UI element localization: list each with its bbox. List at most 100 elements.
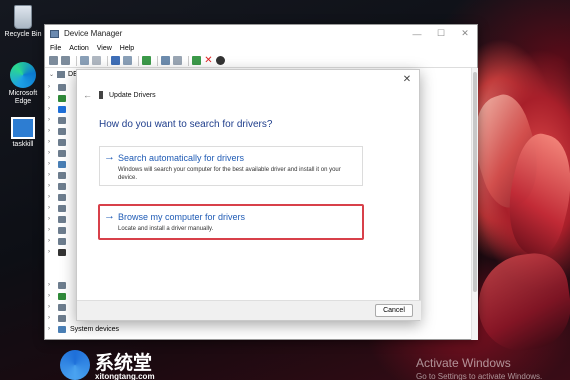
tree-item[interactable]: › <box>48 170 66 180</box>
back-icon[interactable] <box>49 56 58 65</box>
tree-item[interactable]: › <box>48 280 66 290</box>
tree-item[interactable]: › <box>48 104 66 114</box>
option-title: Browse my computer for drivers <box>118 212 246 222</box>
monitor-icon[interactable] <box>173 56 182 65</box>
tree-scrollbar[interactable] <box>471 68 478 340</box>
desktop-icon-label: Recycle Bin <box>4 31 42 38</box>
cancel-button[interactable]: Cancel <box>375 304 413 317</box>
tree-item[interactable]: › <box>48 247 66 257</box>
tree-item[interactable]: › <box>48 137 66 147</box>
properties-icon[interactable] <box>80 56 89 65</box>
chevron-right-icon: › <box>48 293 50 299</box>
scrollbar-thumb[interactable] <box>473 72 477 292</box>
tree-item[interactable]: › <box>48 291 66 301</box>
chevron-right-icon: › <box>48 194 50 200</box>
update-driver-icon[interactable] <box>142 56 151 65</box>
device-manager-icon <box>50 29 59 38</box>
uninstall-icon[interactable]: ✕ <box>204 56 213 66</box>
scan-hardware-icon[interactable] <box>161 56 170 65</box>
menu-file[interactable]: File <box>50 45 61 52</box>
device-icon <box>58 149 66 157</box>
device-icon <box>58 171 66 179</box>
chevron-right-icon: › <box>48 304 50 310</box>
tree-item[interactable]: › <box>48 192 66 202</box>
option-description: Windows will search your computer for th… <box>118 167 341 181</box>
forward-icon[interactable] <box>61 56 70 65</box>
computer-icon <box>57 71 66 78</box>
tree-item[interactable]: › <box>48 93 66 103</box>
network-icon <box>58 248 66 256</box>
tree-root[interactable]: ⌄ DE <box>49 71 78 78</box>
tree-item[interactable]: › <box>48 82 66 92</box>
tree-item[interactable]: › <box>48 203 66 213</box>
minimize-button[interactable]: — <box>405 25 429 42</box>
tree-item[interactable]: › <box>48 225 66 235</box>
back-arrow-icon[interactable]: ← <box>83 90 93 100</box>
tree-item[interactable]: › <box>48 115 66 125</box>
toolbar-separator <box>76 55 77 66</box>
view-icon[interactable] <box>92 56 101 65</box>
recycle-bin-icon <box>14 5 32 29</box>
device-icon <box>58 193 66 201</box>
dialog-footer: Cancel <box>77 300 421 320</box>
desktop-icon-taskkill[interactable]: taskkill <box>1 117 45 149</box>
desktop-icon-edge[interactable]: Microsoft Edge <box>1 62 45 106</box>
chevron-right-icon: › <box>48 84 50 90</box>
device-icon <box>99 91 103 99</box>
toolbar-separator <box>107 55 108 66</box>
menu-help[interactable]: Help <box>120 45 134 52</box>
desktop-icon-recycle-bin[interactable]: Recycle Bin <box>1 5 45 39</box>
wallpaper-petal <box>471 249 570 356</box>
taskkill-icon <box>11 117 35 139</box>
device-icon <box>58 204 66 212</box>
dialog-header: ← Update Drivers <box>83 90 156 100</box>
help-icon[interactable] <box>111 56 120 65</box>
device-icon <box>58 303 66 311</box>
device-icon <box>58 281 66 289</box>
chevron-right-icon: › <box>48 216 50 222</box>
toolbar-separator <box>138 55 139 66</box>
chevron-right-icon: › <box>48 227 50 233</box>
tree-item[interactable]: › <box>48 313 66 323</box>
tree-item[interactable]: › <box>48 302 66 312</box>
tree-item[interactable]: › <box>48 159 66 169</box>
list-icon[interactable] <box>123 56 132 65</box>
activate-title: Activate Windows <box>416 356 511 370</box>
menu-action[interactable]: Action <box>69 45 88 52</box>
device-icon <box>58 314 66 322</box>
chevron-right-icon: › <box>48 205 50 211</box>
tree-item[interactable]: › <box>48 236 66 246</box>
add-driver-icon[interactable] <box>192 56 201 65</box>
toolbar-separator <box>188 55 189 66</box>
tree-item-system-devices[interactable]: › System devices <box>48 324 119 334</box>
chevron-right-icon: › <box>48 161 50 167</box>
window-title: Device Manager <box>64 29 123 38</box>
title-bar: Device Manager — ☐ ✕ <box>45 25 477 42</box>
activate-windows-notice: Activate Windows Go to Settings to activ… <box>416 357 542 380</box>
device-icon <box>58 138 66 146</box>
chevron-right-icon: › <box>48 139 50 145</box>
close-button[interactable]: ✕ <box>453 25 477 42</box>
device-icon <box>58 226 66 234</box>
chevron-down-icon: ⌄ <box>49 72 55 78</box>
device-icon <box>58 292 66 300</box>
chevron-right-icon: › <box>48 183 50 189</box>
device-icon <box>58 215 66 223</box>
download-icon[interactable] <box>216 56 225 65</box>
search-automatically-option[interactable]: → Search automatically for drivers Windo… <box>99 146 363 186</box>
tree-item[interactable]: › <box>48 126 66 136</box>
chevron-right-icon: › <box>48 172 50 178</box>
chevron-right-icon: › <box>48 238 50 244</box>
tree-item[interactable]: › <box>48 181 66 191</box>
tree-item[interactable]: › <box>48 148 66 158</box>
chevron-right-icon: › <box>48 315 50 321</box>
maximize-button[interactable]: ☐ <box>429 25 453 42</box>
chevron-right-icon: › <box>48 128 50 134</box>
device-icon <box>58 127 66 135</box>
tree-item[interactable]: › <box>48 214 66 224</box>
browse-my-computer-option[interactable]: → Browse my computer for drivers Locate … <box>98 204 364 240</box>
dialog-close-button[interactable]: ✕ <box>401 73 413 85</box>
menu-view[interactable]: View <box>97 45 112 52</box>
activate-subtitle: Go to Settings to activate Windows. <box>416 372 543 380</box>
chevron-right-icon: › <box>48 326 50 332</box>
